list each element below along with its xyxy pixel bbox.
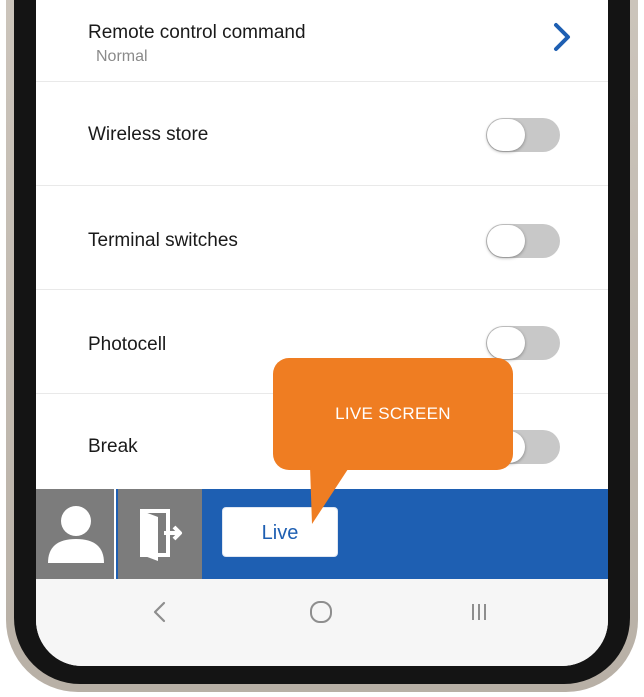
break-label: Break <box>88 436 138 457</box>
user-icon <box>48 506 104 563</box>
callout-text: LIVE SCREEN <box>335 404 451 423</box>
exit-door-icon <box>140 509 182 561</box>
callout-pointer <box>310 466 350 524</box>
exit-button[interactable] <box>118 489 202 579</box>
user-button[interactable] <box>36 489 116 579</box>
toggle-knob <box>487 327 525 359</box>
terminal-switches-toggle[interactable] <box>486 224 560 258</box>
home-icon[interactable] <box>306 597 336 632</box>
remote-control-label: Remote control command <box>88 22 306 43</box>
toggle-knob <box>487 225 525 257</box>
remote-control-value: Normal <box>96 48 148 65</box>
terminal-switches-label: Terminal switches <box>88 230 238 251</box>
remote-control-row[interactable]: Remote control command Normal <box>36 0 608 82</box>
chevron-right-icon[interactable] <box>546 20 580 54</box>
wireless-store-row: Wireless store <box>36 82 608 186</box>
live-screen-callout: LIVE SCREEN <box>273 358 513 470</box>
wireless-store-label: Wireless store <box>88 124 209 145</box>
toggle-knob <box>487 119 525 151</box>
recents-icon[interactable] <box>464 597 494 632</box>
photocell-toggle[interactable] <box>486 326 560 360</box>
wireless-store-toggle[interactable] <box>486 118 560 152</box>
app-screen: Remote control command Normal Wireless s… <box>36 0 608 666</box>
photocell-label: Photocell <box>88 334 167 355</box>
system-nav-bar <box>36 579 608 666</box>
back-icon[interactable] <box>148 597 172 632</box>
terminal-switches-row: Terminal switches <box>36 186 608 290</box>
